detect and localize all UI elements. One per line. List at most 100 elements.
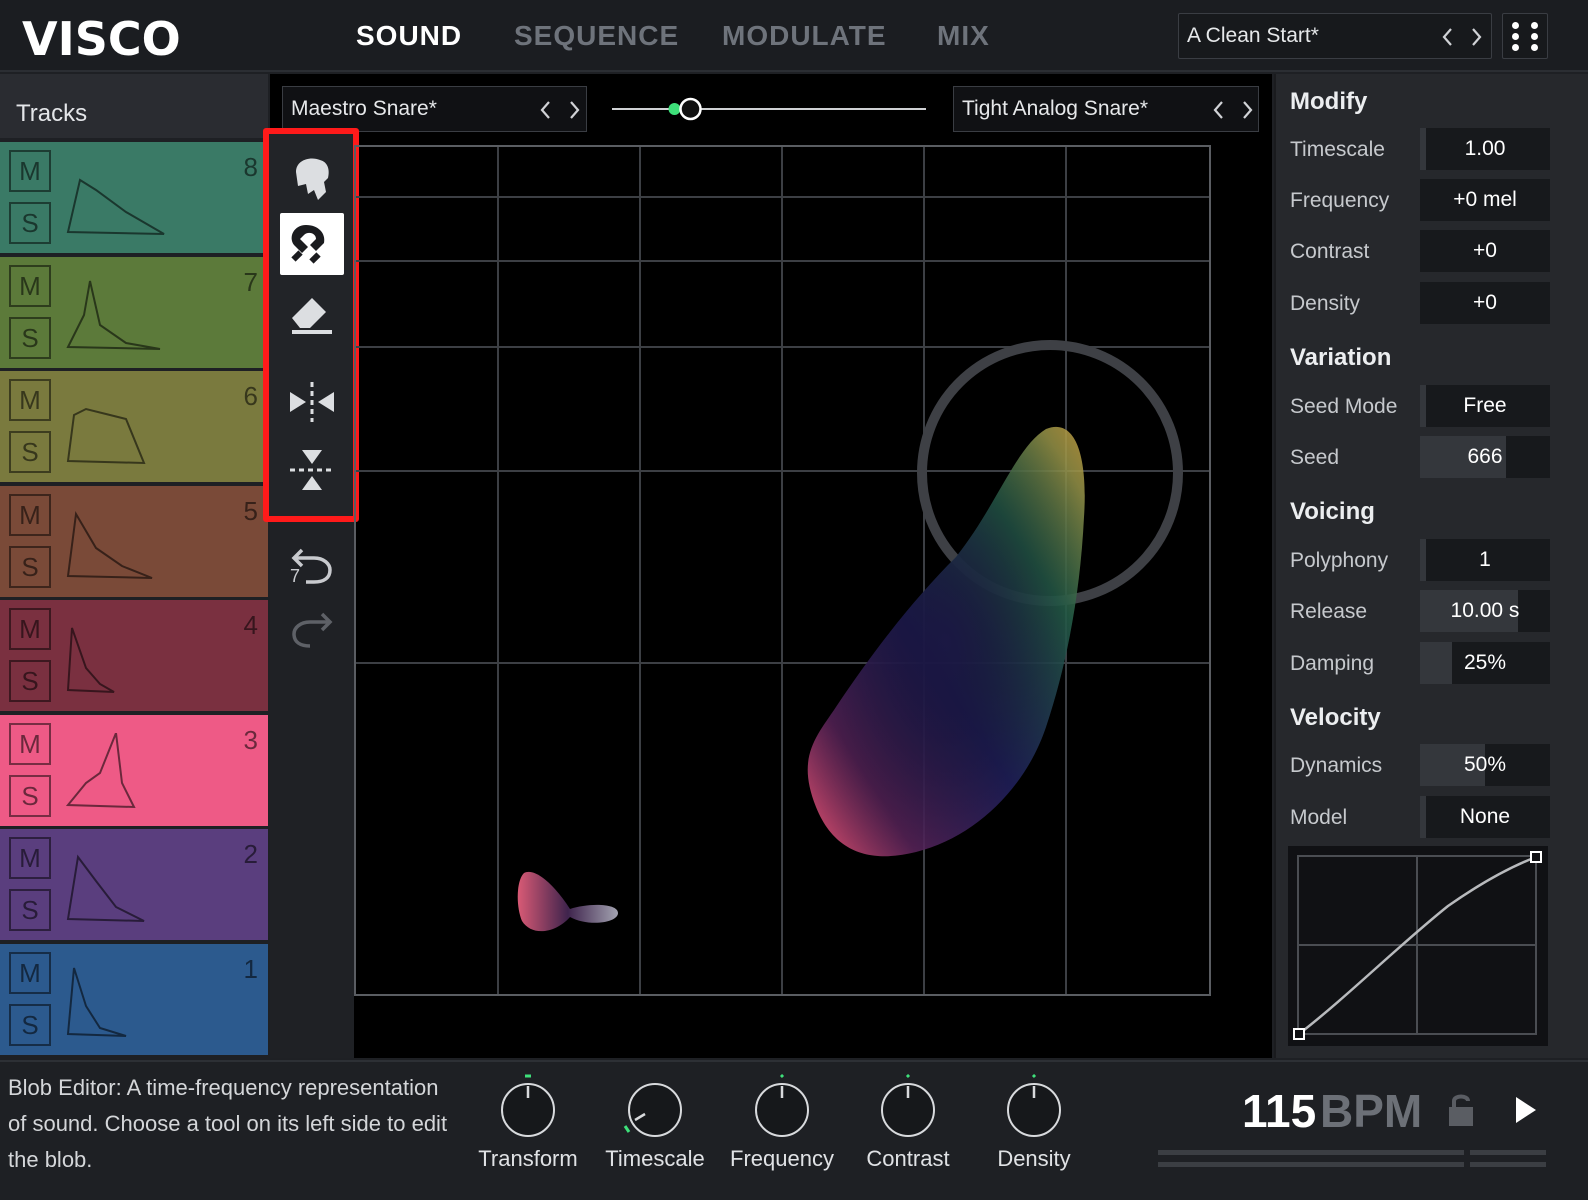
knob-label: Transform — [478, 1146, 578, 1171]
solo-button[interactable]: S — [9, 546, 51, 588]
track-row[interactable]: MS 8 — [0, 142, 268, 253]
magnet-icon — [291, 225, 325, 264]
track-row[interactable]: MS 7 — [0, 257, 268, 368]
bpm-value[interactable]: 115 — [1242, 1084, 1316, 1138]
solo-button[interactable]: S — [9, 317, 51, 359]
magnet-tool-button[interactable] — [280, 213, 344, 275]
mute-button[interactable]: M — [9, 837, 51, 879]
track-row[interactable]: MS 5 — [0, 486, 268, 597]
model-field[interactable]: None — [1420, 796, 1550, 838]
release-field[interactable]: 10.00 s — [1420, 590, 1550, 632]
knob-icon — [755, 1073, 809, 1137]
help-text: Blob Editor: A time-frequency representa… — [8, 1075, 448, 1172]
polyphony-field[interactable]: 1 — [1420, 539, 1550, 581]
density-knob[interactable]: Density — [974, 1073, 1094, 1184]
dynamics-label: Dynamics — [1290, 754, 1383, 777]
flip-vertical-tool-button[interactable] — [280, 438, 344, 500]
solo-button[interactable]: S — [9, 1004, 51, 1046]
mute-button[interactable]: M — [9, 150, 51, 192]
sound-b-nav-icons[interactable] — [1212, 99, 1254, 121]
tab-modulate[interactable]: MODULATE — [722, 20, 887, 52]
track-row[interactable]: MS 4 — [0, 600, 268, 711]
undo-button[interactable]: 7 — [280, 532, 344, 594]
solo-button[interactable]: S — [9, 202, 51, 244]
transform-knob[interactable]: Transform — [468, 1074, 588, 1184]
solo-button[interactable]: S — [9, 889, 51, 931]
preset-nav-icons[interactable] — [1441, 26, 1483, 48]
preset-name: A Clean Start* — [1187, 24, 1319, 47]
blob-canvas[interactable] — [354, 145, 1211, 996]
dynamics-field[interactable]: 50% — [1420, 744, 1550, 786]
redo-icon — [292, 612, 333, 648]
solo-button[interactable]: S — [9, 660, 51, 702]
tab-sequence[interactable]: SEQUENCE — [514, 20, 679, 52]
density-field[interactable]: +0 — [1420, 282, 1550, 324]
sound-b-name: Tight Analog Snare* — [962, 97, 1149, 120]
sound-b-selector[interactable]: Tight Analog Snare* — [953, 86, 1259, 132]
mute-button[interactable]: M — [9, 952, 51, 994]
damping-field[interactable]: 25% — [1420, 642, 1550, 684]
grab-tool-button[interactable] — [280, 146, 344, 208]
track-number: 2 — [243, 839, 258, 869]
timescale-field[interactable]: 1.00 — [1420, 128, 1550, 170]
level-meter-left — [1158, 1150, 1464, 1155]
release-label: Release — [1290, 600, 1368, 623]
track-number: 5 — [243, 496, 258, 526]
velocity-curve-editor[interactable] — [1288, 846, 1548, 1046]
mute-button[interactable]: M — [9, 494, 51, 536]
mute-button[interactable]: M — [9, 608, 51, 650]
seed-field[interactable]: 666 — [1420, 436, 1550, 478]
track-number: 7 — [243, 267, 258, 297]
more-menu-button[interactable] — [1502, 13, 1548, 59]
track-row[interactable]: MS 2 — [0, 829, 268, 940]
velocity-curve-graphics — [1293, 851, 1542, 1040]
sound-a-name: Maestro Snare* — [291, 97, 437, 120]
model-label: Model — [1290, 806, 1348, 829]
tracks-header: Tracks — [0, 74, 268, 138]
level-meter-left-2 — [1158, 1162, 1464, 1167]
flip-horizontal-tool-button[interactable] — [280, 370, 344, 432]
solo-button[interactable]: S — [9, 431, 51, 473]
level-meter-right — [1470, 1150, 1546, 1155]
lock-icon[interactable] — [1446, 1092, 1476, 1128]
envelope-thumbnail — [66, 510, 153, 579]
play-icon[interactable] — [1512, 1094, 1540, 1126]
curve-start-handle — [1293, 1028, 1305, 1040]
tab-mix[interactable]: MIX — [937, 20, 990, 52]
track-row[interactable]: MS 1 — [0, 944, 268, 1055]
preset-selector[interactable]: A Clean Start* — [1178, 13, 1492, 59]
morph-slider[interactable] — [610, 94, 930, 124]
frequency-knob[interactable]: Frequency — [722, 1073, 842, 1184]
seed-mode-field[interactable]: Free — [1420, 385, 1550, 427]
eraser-icon — [292, 298, 332, 334]
contrast-field[interactable]: +0 — [1420, 230, 1550, 272]
timescale-knob[interactable]: Timescale — [595, 1074, 715, 1184]
chevron-right-icon — [1243, 101, 1253, 119]
contrast-knob[interactable]: Contrast — [848, 1073, 968, 1184]
mute-button[interactable]: M — [9, 723, 51, 765]
tab-sound[interactable]: SOUND — [356, 20, 462, 52]
knob-icon — [1007, 1073, 1061, 1137]
track-row[interactable]: MS 3 — [0, 715, 268, 826]
small-blob — [517, 871, 618, 932]
track-row[interactable]: MS 6 — [0, 371, 268, 482]
envelope-thumbnail — [66, 280, 161, 350]
knob-label: Contrast — [866, 1146, 950, 1171]
solo-button[interactable]: S — [9, 775, 51, 817]
mute-button[interactable]: M — [9, 265, 51, 307]
redo-button[interactable] — [280, 596, 344, 658]
eraser-tool-button[interactable] — [280, 282, 344, 344]
chevron-left-icon — [1213, 101, 1223, 119]
track-number: 8 — [243, 152, 258, 182]
grab-icon — [296, 158, 329, 200]
damping-label: Damping — [1290, 652, 1375, 675]
voicing-title: Voicing — [1290, 498, 1375, 525]
chevron-left-icon — [1442, 28, 1452, 46]
chevron-right-icon — [570, 101, 580, 119]
frequency-field[interactable]: +0 mel — [1420, 179, 1550, 221]
sound-a-selector[interactable]: Maestro Snare* — [282, 86, 587, 132]
mute-button[interactable]: M — [9, 379, 51, 421]
modify-title: Modify — [1290, 88, 1368, 115]
sound-a-nav-icons[interactable] — [539, 99, 581, 121]
polyphony-label: Polyphony — [1290, 549, 1389, 572]
